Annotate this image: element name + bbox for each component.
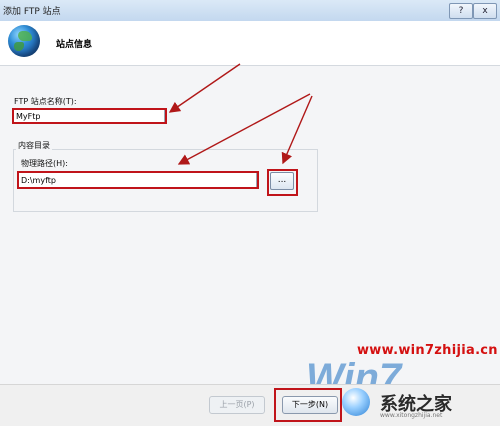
site-name-label: FTP 站点名称(T): bbox=[14, 97, 77, 106]
page-title: 站点信息 bbox=[56, 40, 93, 50]
site-logo-subtext: www.xitongzhijia.net bbox=[380, 412, 443, 419]
physical-path-label: 物理路径(H): bbox=[21, 159, 68, 168]
physical-path-highlight bbox=[17, 171, 259, 189]
site-name-highlight bbox=[12, 108, 167, 124]
next-highlight bbox=[274, 388, 342, 422]
browse-highlight bbox=[267, 169, 298, 196]
site-logo-icon bbox=[342, 388, 370, 416]
site-logo: 系统之家 www.xitongzhijia.net bbox=[340, 382, 498, 422]
title-bar: 添加 FTP 站点 ? x bbox=[0, 0, 500, 22]
previous-button[interactable]: 上一页(P) bbox=[209, 396, 265, 414]
window-title: 添加 FTP 站点 bbox=[3, 7, 61, 17]
wizard-header: 站点信息 bbox=[0, 21, 500, 66]
help-button[interactable]: ? bbox=[449, 3, 473, 19]
close-button[interactable]: x bbox=[473, 3, 497, 19]
globe-icon bbox=[8, 25, 40, 57]
content-directory-label: 内容目录 bbox=[16, 140, 52, 151]
